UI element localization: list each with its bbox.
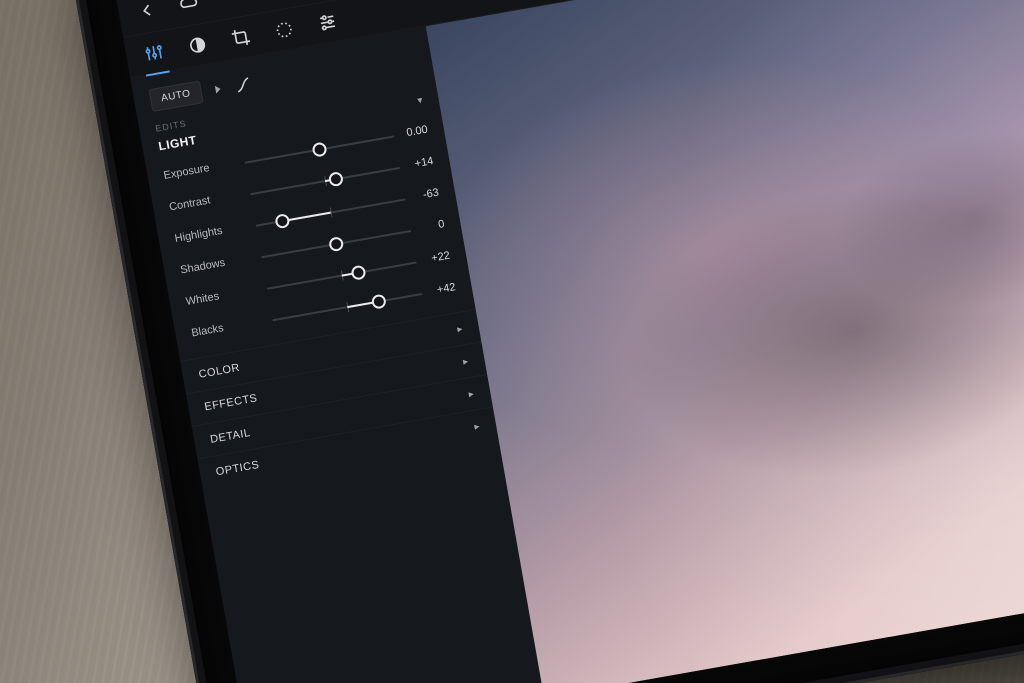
adjust-sliders-icon[interactable] [143, 41, 166, 64]
slider-label: Contrast [168, 194, 211, 213]
slider-label: Blacks [191, 322, 225, 339]
panel-title: EFFECTS [204, 392, 259, 413]
cloud-icon[interactable] [177, 0, 200, 15]
slider-label: Highlights [174, 225, 224, 245]
slider-value: +42 [436, 281, 456, 296]
desk-surface: AUTO EDITS LIGHT ▾ Exposure0.00Contrast+… [0, 0, 1024, 683]
masking-icon[interactable] [186, 34, 209, 57]
slider-label: Exposure [163, 162, 211, 182]
profile-dropdown-icon[interactable] [214, 84, 220, 93]
work-area: AUTO EDITS LIGHT ▾ Exposure0.00Contrast+… [130, 0, 1024, 683]
slider-label: Whites [185, 290, 220, 308]
presets-icon[interactable] [316, 11, 339, 34]
back-icon[interactable] [135, 0, 158, 22]
healing-icon[interactable] [273, 18, 296, 41]
app-screen: AUTO EDITS LIGHT ▾ Exposure0.00Contrast+… [115, 0, 1024, 683]
slider-value: +22 [430, 250, 450, 265]
panel-title: COLOR [198, 362, 241, 381]
panel-title: DETAIL [209, 427, 251, 446]
auto-button[interactable]: AUTO [148, 80, 203, 112]
slider-value: -63 [422, 187, 440, 202]
slider-value: 0 [437, 218, 445, 231]
tone-curve-icon[interactable] [232, 74, 253, 95]
panel-title: LIGHT [157, 133, 197, 153]
chevron-right-icon: ▸ [474, 420, 481, 432]
chevron-down-icon: ▾ [417, 95, 424, 107]
crop-icon[interactable] [229, 26, 252, 49]
chevron-right-icon: ▸ [462, 355, 469, 367]
tablet-device: AUTO EDITS LIGHT ▾ Exposure0.00Contrast+… [60, 0, 1024, 683]
slider-label: Shadows [179, 257, 226, 277]
panel-title: OPTICS [215, 459, 260, 478]
slider-value: +14 [414, 155, 434, 170]
chevron-right-icon: ▸ [468, 388, 475, 400]
chevron-right-icon: ▸ [456, 323, 463, 335]
slider-value: 0.00 [406, 124, 429, 140]
